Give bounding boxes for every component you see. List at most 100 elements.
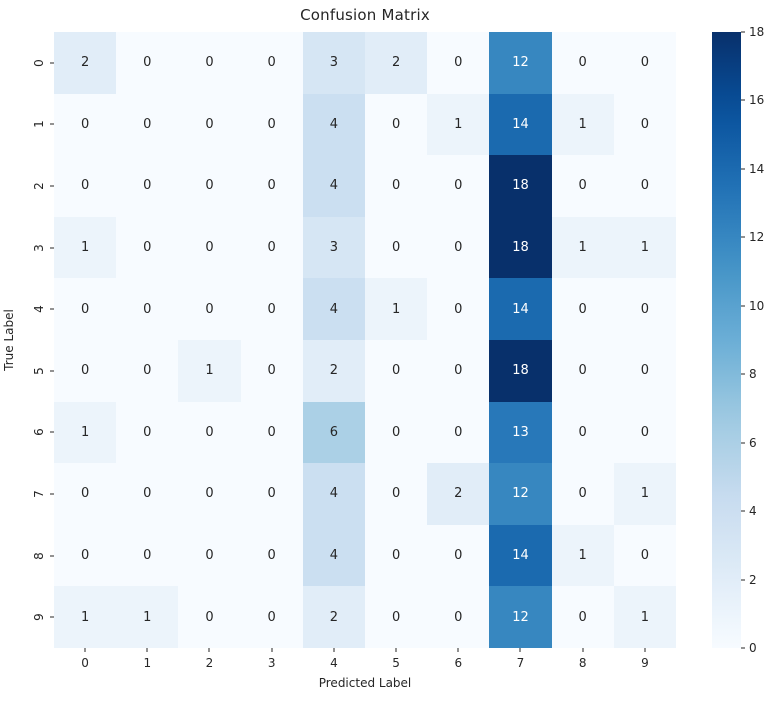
heatmap-cell-value: 0 <box>267 55 276 71</box>
heatmap-cell-value: 0 <box>454 178 463 194</box>
x-axis-tick: 8 <box>552 648 614 672</box>
heatmap-cell: 0 <box>116 32 179 94</box>
heatmap-cell-value: 0 <box>80 178 90 194</box>
heatmap-cell: 12 <box>489 32 552 94</box>
heatmap-cell: 0 <box>54 463 117 525</box>
heatmap-cell-value: 0 <box>640 116 650 132</box>
heatmap-cell-value: 0 <box>454 363 463 379</box>
heatmap-cell: 0 <box>240 32 303 94</box>
y-axis-tick-label: 4 <box>32 305 46 314</box>
heatmap-cell-value: 0 <box>391 424 401 440</box>
heatmap-cell: 4 <box>302 463 365 525</box>
heatmap-cell: 0 <box>427 339 490 402</box>
heatmap-cell: 0 <box>365 586 428 648</box>
heatmap-cell-value: 0 <box>267 486 276 502</box>
heatmap-cell: 0 <box>551 278 614 340</box>
heatmap-cell: 1 <box>116 586 179 648</box>
heatmap-cell: 0 <box>427 586 490 648</box>
heatmap-cell-value: 0 <box>454 240 463 256</box>
heatmap-cell-value: 0 <box>205 424 214 440</box>
heatmap-cell-value: 0 <box>640 424 650 440</box>
x-axis-tick-label: 0 <box>81 656 89 670</box>
heatmap-grid: 2 0 0 0 3 2 0 12 0 0 0 0 0 0 4 0 1 14 1 0 0 0 0 0 4 0 0 18 0 0 1 0 0 0 3 0 0… <box>54 32 676 648</box>
heatmap-cell: 0 <box>613 339 676 402</box>
heatmap-cell-value: 0 <box>80 486 90 502</box>
heatmap-cell-value: 2 <box>391 55 401 71</box>
heatmap-cell-value: 4 <box>329 116 339 132</box>
y-axis-tick: 3 <box>0 217 54 279</box>
colorbar-tick-mark <box>741 647 745 649</box>
heatmap-cell-value: 1 <box>578 116 587 132</box>
heatmap-cell-value: 0 <box>205 240 214 256</box>
heatmap-cell: 0 <box>613 524 676 587</box>
heatmap-cell: 0 <box>365 524 428 587</box>
heatmap-cell: 0 <box>427 216 490 279</box>
heatmap-cell-value: 0 <box>454 548 463 564</box>
heatmap-cell-value: 12 <box>512 486 529 502</box>
heatmap-cell: 0 <box>178 524 241 587</box>
heatmap-cell-value: 0 <box>267 363 276 379</box>
heatmap-cell: 3 <box>302 32 365 94</box>
x-axis-tick: 2 <box>178 648 240 672</box>
heatmap-cell: 0 <box>613 278 676 340</box>
heatmap-cell-value: 0 <box>205 55 214 71</box>
x-axis-tick: 7 <box>489 648 551 672</box>
heatmap-cell: 1 <box>551 524 614 587</box>
x-axis-tick: 1 <box>116 648 178 672</box>
x-axis-tick: 6 <box>427 648 489 672</box>
heatmap-cell: 0 <box>54 339 117 402</box>
y-axis-tick: 4 <box>0 278 54 340</box>
heatmap-cell: 4 <box>302 93 365 156</box>
heatmap-cell: 0 <box>427 401 490 464</box>
y-axis-tick: 1 <box>0 94 54 156</box>
y-axis-tick-labels: 0 1 2 3 4 5 6 7 8 9 <box>0 32 54 648</box>
heatmap-cell: 0 <box>551 586 614 648</box>
heatmap-cell: 0 <box>240 339 303 402</box>
heatmap-cell: 2 <box>302 586 365 648</box>
heatmap-cell-value: 14 <box>512 301 529 317</box>
x-axis-tick-label: 2 <box>205 656 214 670</box>
heatmap-cell-value: 2 <box>80 55 90 71</box>
heatmap-cell-value: 0 <box>143 301 152 317</box>
heatmap-cell-value: 4 <box>329 548 339 564</box>
heatmap-cell: 0 <box>613 401 676 464</box>
heatmap-cell: 14 <box>489 93 552 156</box>
heatmap-cell: 0 <box>427 524 490 587</box>
heatmap-cell-value: 1 <box>205 363 214 379</box>
heatmap-cell-value: 4 <box>329 486 339 502</box>
y-axis-tick-label: 9 <box>32 613 46 622</box>
heatmap-cell-value: 0 <box>143 363 152 379</box>
heatmap-cell: 1 <box>613 463 676 525</box>
heatmap-cell: 0 <box>613 32 676 94</box>
heatmap-cell-value: 1 <box>578 240 587 256</box>
heatmap-cell-value: 18 <box>512 363 529 379</box>
y-axis-tick-label: 8 <box>32 551 46 560</box>
x-axis-tick-mark <box>519 648 521 652</box>
heatmap-cell-value: 1 <box>640 240 650 256</box>
colorbar: 0 2 4 6 8 10 12 14 16 18 <box>712 25 764 655</box>
heatmap-cell-value: 0 <box>205 548 214 564</box>
heatmap-cell: 0 <box>178 586 241 648</box>
y-axis-tick: 5 <box>0 340 54 402</box>
heatmap-cell: 0 <box>240 401 303 464</box>
heatmap-cell: 18 <box>489 339 552 402</box>
heatmap-cell: 1 <box>613 216 676 279</box>
x-axis-tick-label: 8 <box>578 656 587 670</box>
heatmap-cell: 0 <box>613 93 676 156</box>
colorbar-tick-label: 12 <box>749 230 765 245</box>
heatmap-cell: 0 <box>240 463 303 525</box>
x-axis-tick-mark <box>582 648 584 652</box>
heatmap-cell: 0 <box>365 463 428 525</box>
heatmap-cell: 0 <box>116 93 179 156</box>
x-axis-tick-mark <box>208 648 210 652</box>
heatmap-cell: 0 <box>551 339 614 402</box>
heatmap-cell-value: 0 <box>80 301 90 317</box>
x-axis-tick-mark <box>146 648 148 652</box>
x-axis-tick-labels: 0 1 2 3 4 5 6 7 8 9 <box>54 648 676 672</box>
heatmap-cell: 0 <box>240 155 303 217</box>
heatmap-cell: 0 <box>365 155 428 217</box>
heatmap-cell-value: 14 <box>512 548 529 564</box>
x-axis-tick: 5 <box>365 648 427 672</box>
heatmap-cell-value: 3 <box>329 55 339 71</box>
colorbar-tick-label: 2 <box>749 572 757 587</box>
